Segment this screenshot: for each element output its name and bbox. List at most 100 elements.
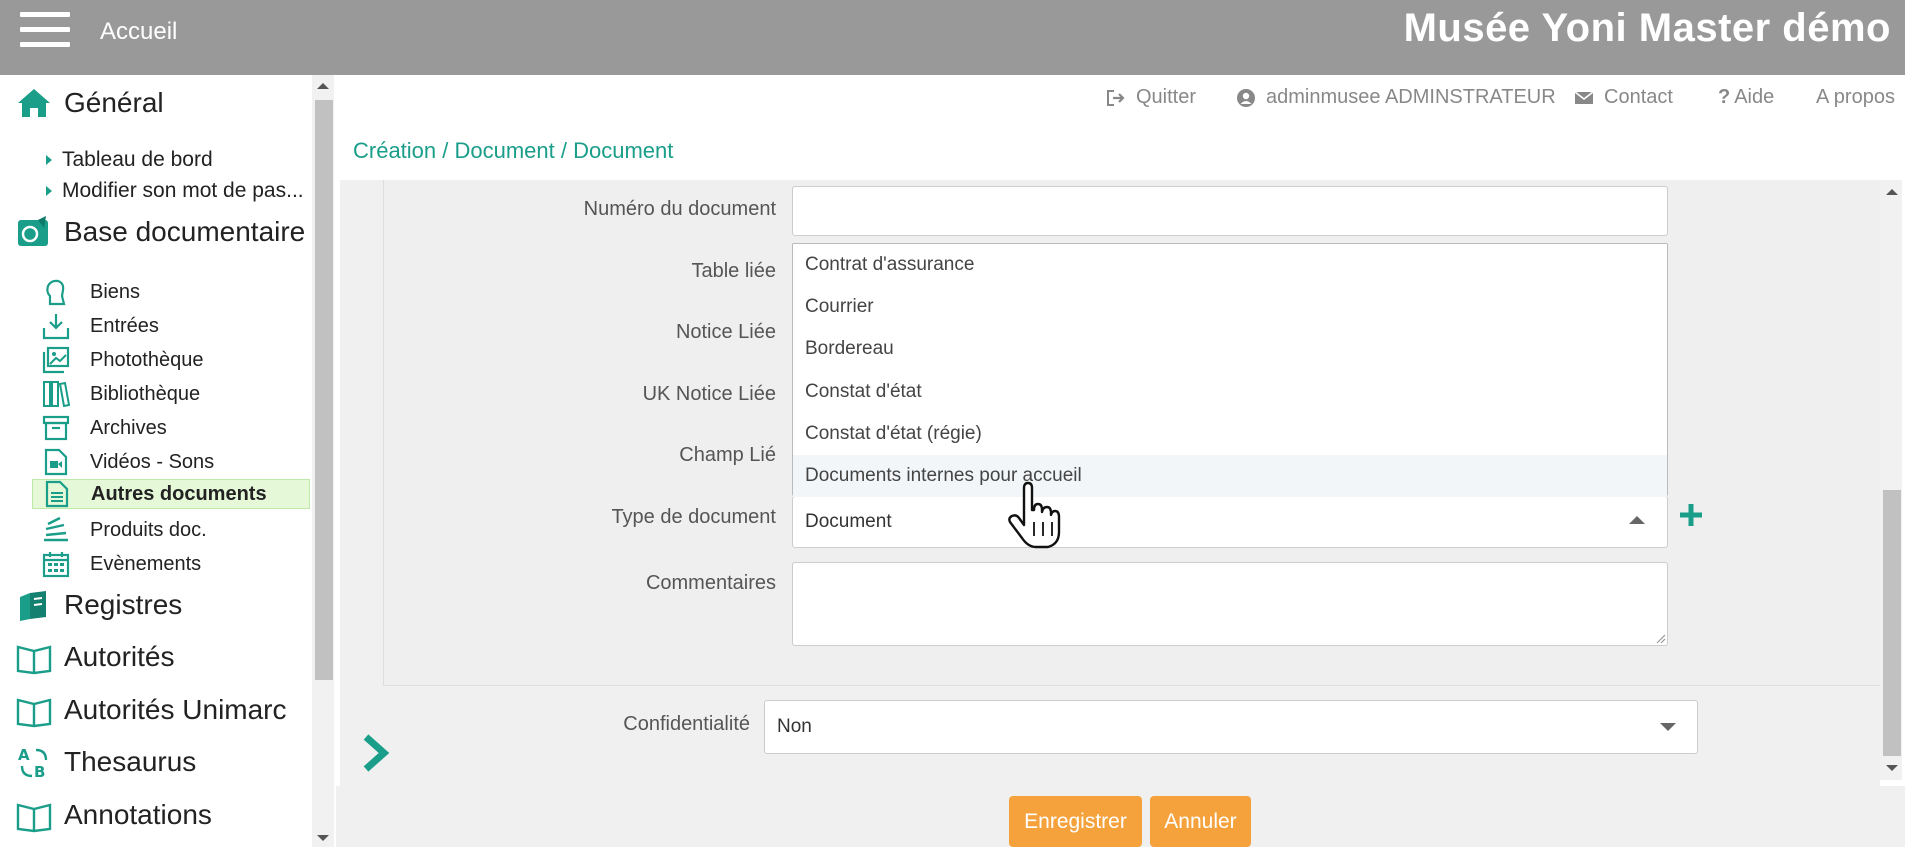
sidebar-section-general[interactable]: Général (16, 83, 164, 123)
user-link[interactable]: adminmusee ADMINSTRATEUR (1236, 86, 1556, 109)
uk-notice-liee-label: UK Notice Liée (642, 383, 776, 405)
document-icon (45, 480, 69, 508)
help-link[interactable]: ? Aide (1718, 86, 1774, 109)
resize-handle-icon[interactable] (1654, 632, 1666, 644)
sidebar-section-label: Registres (64, 589, 183, 620)
contact-link[interactable]: Contact (1574, 86, 1673, 109)
table-liee-label: Table liée (691, 260, 776, 282)
dropdown-option[interactable]: Documents internes pour accueil (793, 455, 1667, 497)
sign-out-icon (1107, 89, 1125, 106)
main-scrollbar-thumb[interactable] (1883, 490, 1901, 756)
quit-label: Quitter (1136, 86, 1197, 108)
bust-icon (46, 279, 66, 306)
chevron-down-icon[interactable] (1660, 723, 1676, 731)
sidebar-section-autorites[interactable]: Autorités (16, 637, 175, 677)
numero-label: Numéro du document (583, 198, 776, 220)
sidebar-item-label: Entrées (90, 314, 159, 337)
scroll-up-arrow-icon[interactable] (1886, 189, 1898, 195)
sidebar-item-bibliotheque[interactable]: Bibliothèque (42, 379, 200, 409)
sidebar-item-entrees[interactable]: Entrées (42, 311, 159, 341)
dropdown-option[interactable]: Constat d'état (793, 371, 1667, 413)
app-title: Musée Yoni Master démo (1403, 6, 1891, 50)
sidebar-item-dashboard[interactable]: Tableau de bord (46, 148, 213, 172)
help-label: Aide (1734, 86, 1775, 108)
envelope-icon (1574, 90, 1594, 104)
sidebar-item-videos-sons[interactable]: Vidéos - Sons (42, 447, 214, 477)
chevron-up-icon[interactable] (1629, 516, 1645, 524)
sidebar-item-label: Photothèque (90, 348, 204, 371)
books-icon (43, 381, 70, 408)
stack-icon (44, 516, 68, 542)
chevron-right-icon[interactable] (360, 733, 390, 773)
sidebar-section-label: Général (64, 87, 164, 118)
palette-icon (18, 216, 48, 246)
sidebar-item-phototheque[interactable]: Photothèque (42, 345, 203, 375)
sidebar-item-evenements[interactable]: Evènements (42, 549, 201, 579)
sidebar-item-label: Biens (90, 280, 141, 303)
sidebar-item-label: Modifier son mot de pas... (62, 179, 304, 202)
add-type-button[interactable] (1676, 500, 1706, 530)
sidebar-item-produits-doc[interactable]: Produits doc. (42, 515, 207, 545)
sidebar-item-label: Produits doc. (90, 518, 207, 541)
caret-right-icon (46, 186, 52, 196)
commentaires-label: Commentaires (645, 572, 776, 594)
breadcrumb[interactable]: Création / Document / Document (353, 138, 673, 164)
quit-link[interactable]: Quitter (1106, 86, 1196, 109)
sidebar-section-thesaurus[interactable]: AB Thesaurus (16, 742, 196, 782)
home-link[interactable]: Accueil (100, 18, 177, 46)
dropdown-option[interactable]: Bordereau (793, 328, 1667, 370)
hamburger-menu-icon[interactable] (20, 12, 70, 52)
sidebar-item-label: Bibliothèque (90, 382, 201, 405)
type-document-select[interactable]: Document (792, 496, 1668, 548)
sidebar-section-base-documentaire[interactable]: Base documentaire (16, 212, 305, 252)
svg-text:A: A (18, 746, 30, 764)
images-icon (42, 346, 70, 374)
sidebar-section-annotations[interactable]: Annotations (16, 795, 212, 835)
recycle-ab-icon: AB (18, 746, 48, 780)
type-document-value: Document (805, 511, 892, 532)
cancel-button[interactable]: Annuler (1150, 796, 1251, 847)
top-bar: Accueil Musée Yoni Master démo (0, 0, 1905, 75)
sidebar: Général Tableau de bord Modifier son mot… (0, 75, 334, 847)
question-icon: ? (1718, 86, 1731, 108)
sidebar-item-label: Tableau de bord (62, 148, 213, 171)
sidebar-item-change-password[interactable]: Modifier son mot de pas... (46, 179, 304, 203)
dropdown-option[interactable]: Courrier (793, 286, 1667, 328)
sidebar-item-autres-documents[interactable]: Autres documents (32, 479, 310, 509)
about-link[interactable]: A propos (1816, 86, 1895, 109)
sidebar-scrollbar-thumb[interactable] (315, 100, 333, 680)
svg-text:B: B (34, 763, 45, 780)
confidentialite-label: Confidentialité (623, 713, 750, 735)
inbox-icon (42, 314, 70, 340)
commentaires-textarea[interactable] (792, 562, 1668, 646)
sidebar-item-label: Autres documents (91, 482, 267, 505)
sidebar-section-label: Thesaurus (64, 746, 197, 777)
dropdown-option[interactable]: Constat d'état (régie) (793, 413, 1667, 455)
sidebar-item-label: Evènements (90, 552, 202, 575)
notice-liee-label: Notice Liée (675, 321, 776, 343)
numero-input[interactable] (792, 186, 1668, 236)
video-file-icon (44, 448, 68, 476)
open-book-icon (16, 645, 52, 675)
scroll-down-arrow-icon[interactable] (1886, 765, 1898, 771)
type-document-label: Type de document (611, 506, 776, 528)
contact-label: Contact (1604, 86, 1673, 108)
dropdown-option[interactable]: Contrat d'assurance (793, 244, 1667, 286)
user-circle-icon (1237, 88, 1255, 107)
sidebar-section-registres[interactable]: Registres (16, 585, 182, 625)
utility-bar: Quitter adminmusee ADMINSTRATEUR Contact… (336, 86, 1896, 114)
confidentialite-value: Non (777, 716, 812, 737)
scroll-up-arrow-icon[interactable] (317, 83, 329, 89)
sidebar-section-label: Base documentaire (64, 216, 306, 247)
type-document-dropdown: Contrat d'assurance Courrier Bordereau Cons… (792, 243, 1668, 497)
sidebar-section-label: Autorités Unimarc (64, 694, 287, 725)
books-stack-icon (20, 591, 46, 621)
champ-lie-label: Champ Lié (679, 444, 776, 466)
sidebar-item-archives[interactable]: Archives (42, 413, 167, 443)
sidebar-section-autorites-unimarc[interactable]: Autorités Unimarc (16, 690, 287, 730)
scroll-down-arrow-icon[interactable] (317, 835, 329, 841)
confidentialite-select[interactable]: Non (764, 700, 1698, 754)
hand-pointer-cursor-icon (1008, 481, 1061, 549)
save-button[interactable]: Enregistrer (1009, 796, 1142, 847)
sidebar-item-biens[interactable]: Biens (42, 277, 140, 307)
